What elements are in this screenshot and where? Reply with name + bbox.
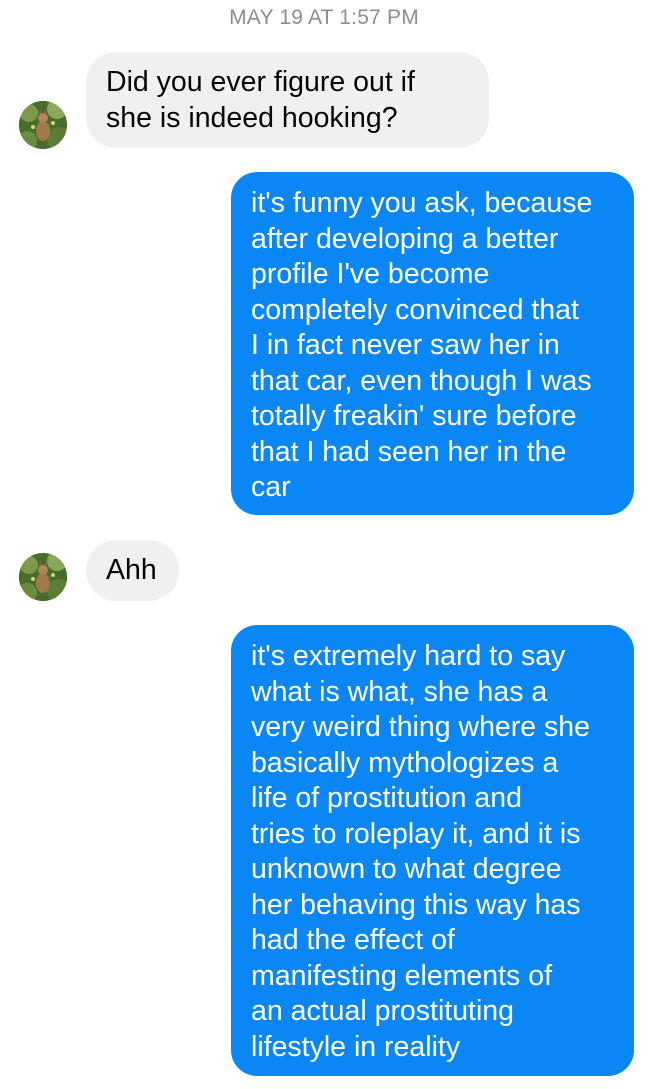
message-text-line: that car, even though I was	[251, 364, 592, 397]
contact-avatar[interactable]	[19, 101, 67, 149]
message-text-line: Ahh	[106, 554, 157, 586]
outgoing-message-bubble[interactable]: it's extremely hard to say what is what,…	[231, 625, 634, 1076]
message-text-line: her behaving this way has	[251, 888, 581, 921]
incoming-message-bubble[interactable]: Ahh	[86, 540, 179, 601]
contact-avatar[interactable]	[19, 553, 67, 601]
message-text-line: had the effect of	[251, 924, 455, 956]
message-text-line: it's funny you ask, because	[251, 187, 593, 219]
message-text-line: Did you ever figure out if	[106, 66, 415, 98]
message-text-line: after developing a better	[251, 222, 559, 255]
message-text-line: life of prostitution and	[251, 782, 522, 814]
message-text-line: very weird thing where she	[251, 711, 590, 743]
message-text-line: manifesting elements of	[251, 959, 552, 992]
message-text-line: she is indeed hooking?	[106, 101, 398, 134]
message-text-line: an actual prostituting	[251, 995, 514, 1027]
outgoing-message-bubble[interactable]: it's funny you ask, because after develo…	[231, 172, 634, 515]
contact-photo-icon	[19, 553, 67, 601]
contact-photo-icon	[19, 101, 67, 149]
message-text-line: it's extremely hard to say	[251, 640, 566, 672]
message-text-line: car	[251, 471, 291, 503]
incoming-message-bubble[interactable]: Did you ever figure out if she is indeed…	[86, 52, 489, 148]
message-text-line: completely convinced that	[251, 293, 579, 326]
message-text-line: profile I've become	[251, 258, 490, 290]
timestamp-divider: MAY 19 AT 1:57 PM	[229, 6, 419, 29]
message-text-line: basically mythologizes a	[251, 746, 559, 779]
message-text-line: lifestyle in reality	[251, 1030, 461, 1063]
message-text-line: tries to roleplay it, and it is	[251, 817, 581, 850]
message-text-line: that I had seen her in the	[251, 435, 567, 468]
message-text-line: what is what, she has a	[251, 675, 548, 708]
message-text-line: totally freakin' sure before	[251, 400, 577, 432]
message-text-line: I in fact never saw her in	[251, 329, 560, 361]
message-text-line: unknown to what degree	[251, 853, 562, 885]
